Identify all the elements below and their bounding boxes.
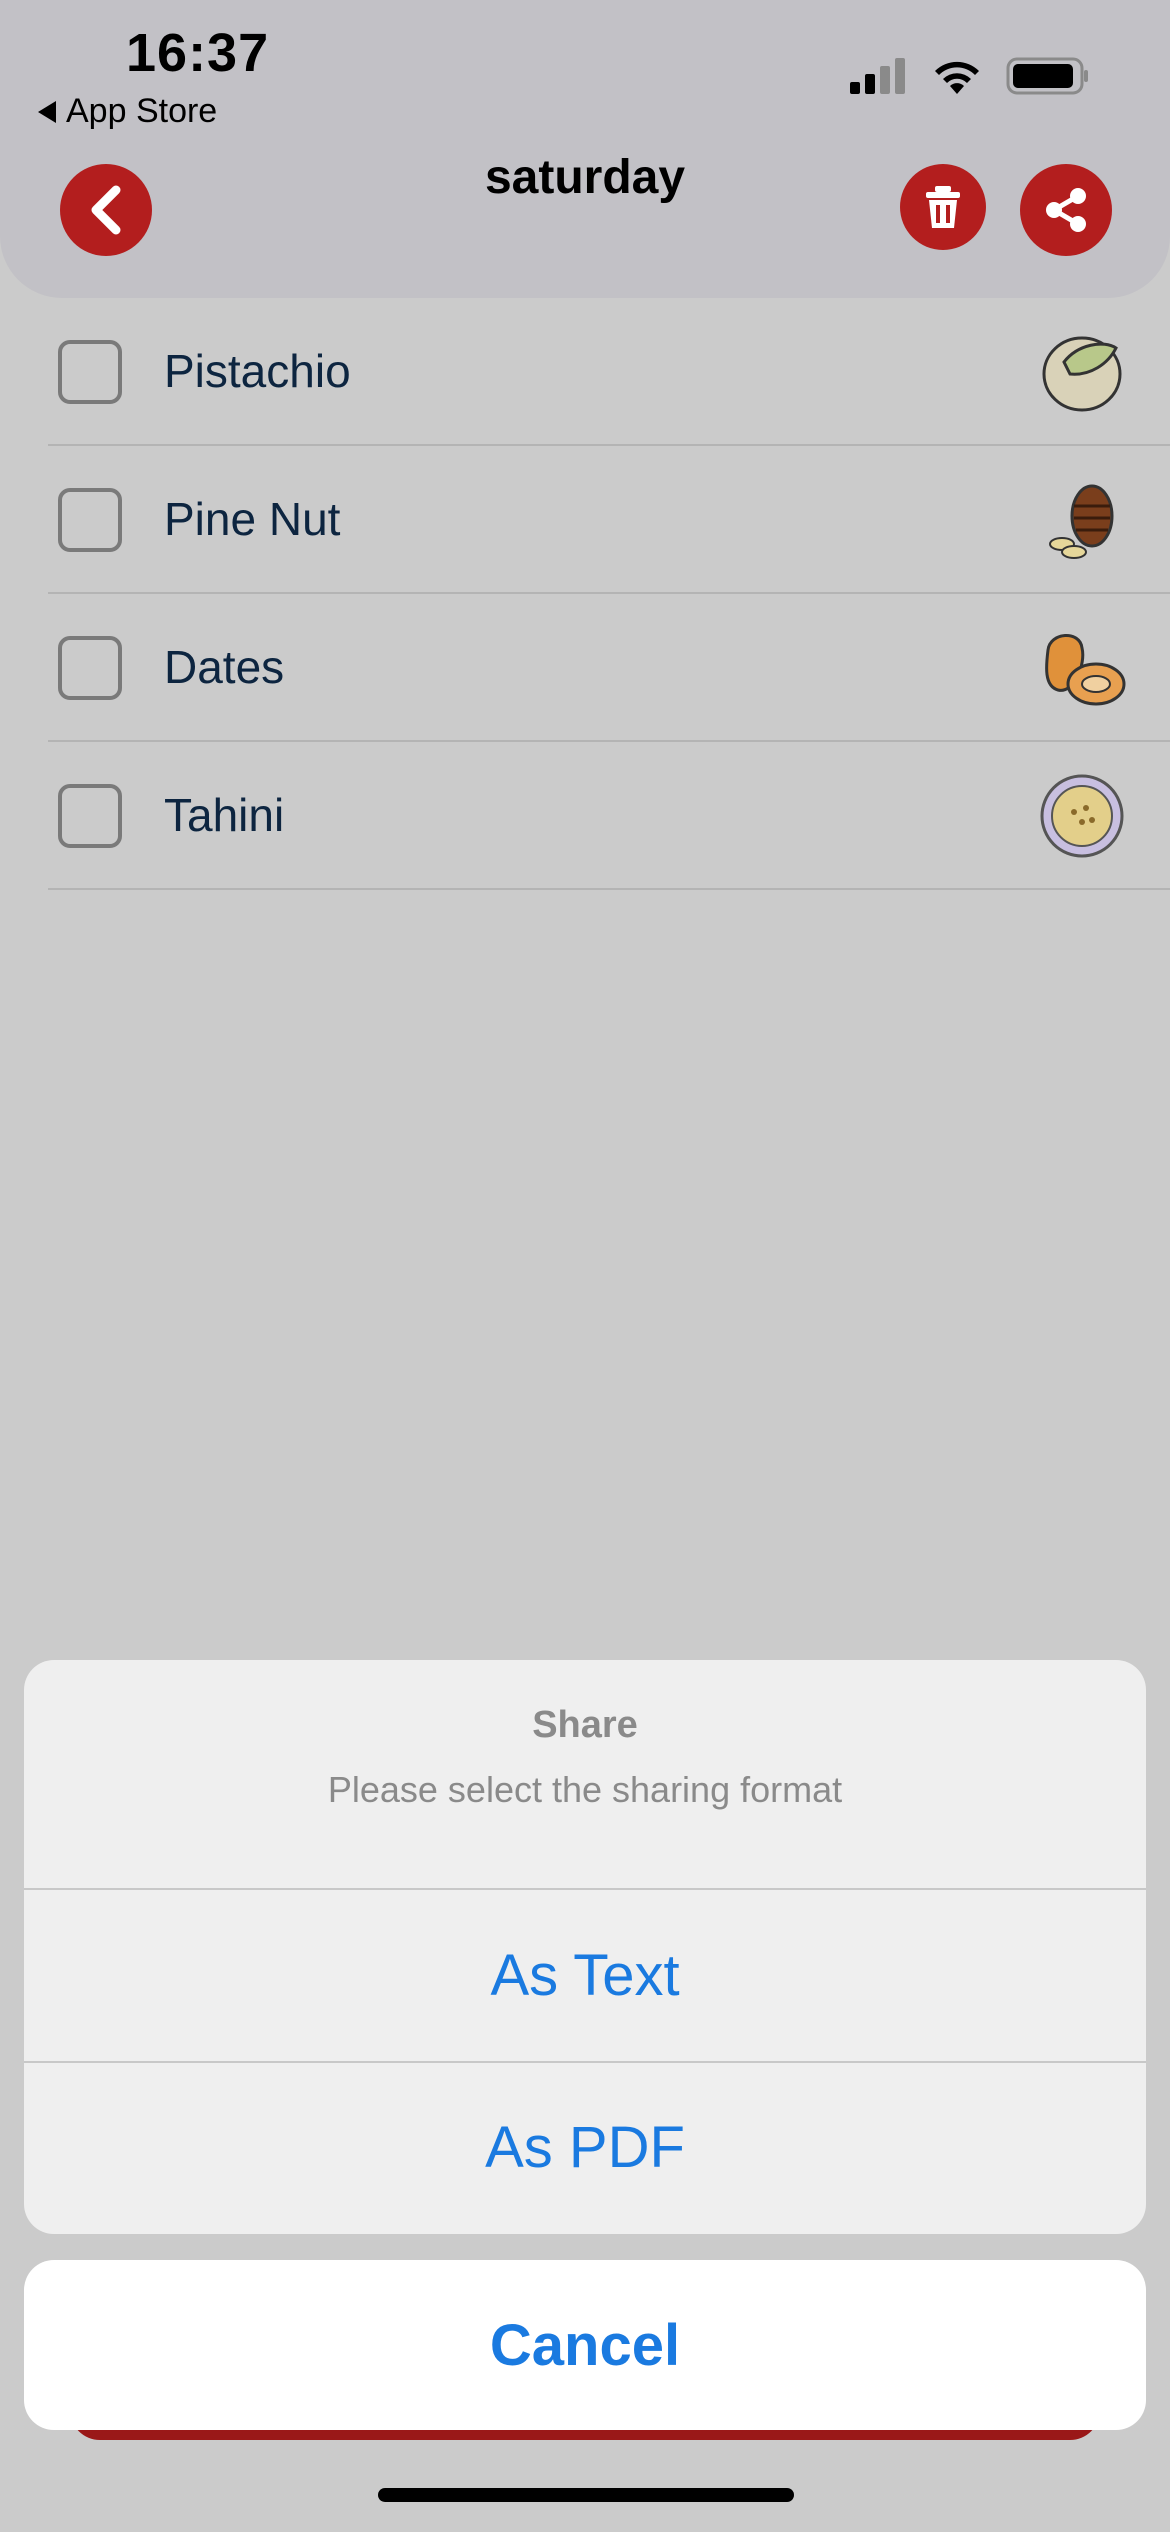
wifi-icon	[935, 61, 979, 94]
status-time: 16:37	[126, 23, 270, 83]
action-sheet-header: Share Please select the sharing format	[24, 1660, 1146, 1890]
status-icons	[848, 56, 1090, 96]
share-as-text-button[interactable]: As Text	[24, 1890, 1146, 2061]
item-checkbox[interactable]	[58, 784, 122, 848]
back-to-app-store[interactable]: App Store	[38, 92, 217, 131]
shopping-list: Pistachio Pine Nut Dates Tahini	[0, 298, 1170, 890]
share-as-pdf-button[interactable]: As PDF	[24, 2061, 1146, 2232]
delete-list-button[interactable]	[900, 164, 986, 250]
item-checkbox[interactable]	[58, 636, 122, 700]
share-icon	[1046, 188, 1086, 232]
cellular-signal-icon	[850, 58, 905, 94]
item-checkbox[interactable]	[58, 488, 122, 552]
list-item[interactable]: Pistachio	[48, 298, 1170, 446]
share-action-sheet: Share Please select the sharing format A…	[24, 1660, 1146, 2234]
dates-icon	[1045, 634, 1126, 706]
page-title: saturday	[484, 151, 686, 204]
item-checkbox[interactable]	[58, 340, 122, 404]
battery-icon	[1006, 57, 1088, 95]
share-button[interactable]	[1020, 164, 1112, 256]
list-item[interactable]: Tahini	[48, 742, 1170, 890]
list-item[interactable]: Pine Nut	[48, 446, 1170, 594]
item-label: Pistachio	[164, 345, 351, 397]
home-indicator[interactable]	[378, 2488, 794, 2502]
pistachio-icon	[1042, 336, 1122, 412]
pine-nut-icon	[1049, 484, 1114, 559]
nav-header: 16:37 App Store saturday	[0, 0, 1170, 298]
back-to-app-label: App Store	[66, 92, 218, 130]
action-sheet-title: Share	[532, 1704, 638, 1746]
back-triangle-icon	[38, 100, 56, 123]
tahini-icon	[1040, 774, 1124, 858]
item-label: Dates	[164, 641, 285, 693]
item-label: Tahini	[164, 789, 285, 841]
action-sheet-message: Please select the sharing format	[327, 1769, 843, 1810]
cancel-button[interactable]: Cancel	[24, 2260, 1146, 2430]
item-label: Pine Nut	[164, 493, 341, 545]
list-item[interactable]: Dates	[48, 594, 1170, 742]
trash-icon	[926, 186, 960, 228]
